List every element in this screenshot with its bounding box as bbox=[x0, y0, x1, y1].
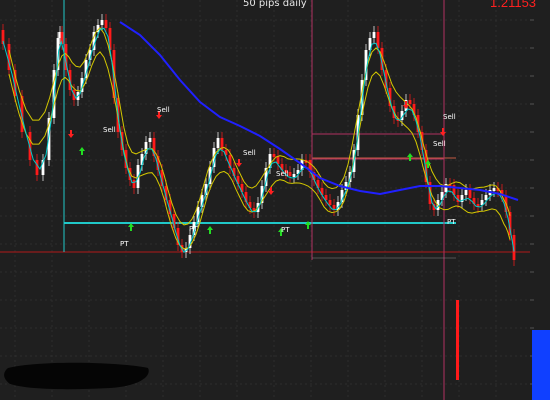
candle-up bbox=[464, 190, 468, 195]
price-marker-box bbox=[532, 330, 550, 400]
candlestick-series bbox=[1, 14, 516, 380]
sell-arrow-icon bbox=[403, 101, 409, 109]
candle-down bbox=[468, 190, 472, 198]
profit-target-label: PT bbox=[447, 218, 456, 226]
profit-target-label: PT bbox=[189, 225, 198, 233]
sell-arrow-icon bbox=[440, 128, 446, 136]
candle-up bbox=[372, 32, 376, 38]
candle-down bbox=[328, 200, 332, 205]
buy-arrow-icon bbox=[207, 226, 213, 234]
candle-down bbox=[288, 172, 292, 176]
chart-window: Sell Sell Sell Sell Sell Sell PT PT PT PT 50 pips… bbox=[0, 0, 550, 400]
candle-down bbox=[35, 160, 39, 175]
candle-up bbox=[292, 174, 296, 177]
sell-label: Sell bbox=[157, 106, 170, 114]
profit-target-label: PT bbox=[281, 226, 290, 234]
sell-label: Sell bbox=[433, 140, 446, 148]
candle-down bbox=[132, 180, 136, 188]
price-axis bbox=[530, 19, 534, 385]
sell-label: Sell bbox=[103, 126, 116, 134]
sell-label: Sell bbox=[443, 113, 456, 121]
buy-arrow-icon bbox=[407, 153, 413, 161]
sell-label: Sell bbox=[276, 170, 289, 178]
buy-arrow-icon bbox=[128, 223, 134, 231]
sell-label: Sell bbox=[243, 149, 256, 157]
sell-arrow-icon bbox=[68, 130, 74, 138]
candle-up bbox=[216, 138, 220, 148]
profit-target-label: PT bbox=[120, 240, 129, 248]
forex-chart[interactable]: Sell Sell Sell Sell Sell Sell PT PT PT PT 50 pips… bbox=[0, 0, 550, 400]
chart-title: 50 pips daily bbox=[243, 0, 307, 9]
candle-down bbox=[456, 300, 459, 380]
upper-band bbox=[8, 27, 511, 226]
grid bbox=[0, 0, 530, 400]
candle-down bbox=[272, 154, 276, 157]
redacted-watermark bbox=[4, 362, 149, 390]
candle-up bbox=[148, 138, 152, 142]
candle-up bbox=[100, 20, 104, 25]
candle-down bbox=[408, 100, 412, 104]
current-price-label: 1.21153 bbox=[490, 0, 536, 10]
buy-arrow-icon bbox=[79, 147, 85, 155]
candle-down bbox=[104, 20, 108, 28]
sell-arrow-icon bbox=[268, 187, 274, 195]
price-levels bbox=[0, 0, 530, 400]
candle-up bbox=[484, 195, 488, 200]
candle-up bbox=[492, 188, 496, 191]
